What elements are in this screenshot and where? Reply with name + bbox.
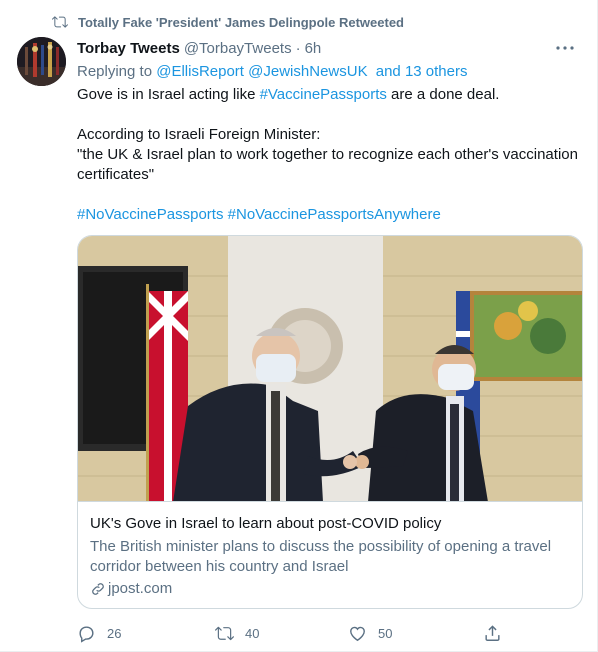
more-options-icon[interactable] [553,38,577,58]
link-card[interactable]: UK's Gove in Israel to learn about post-… [77,235,583,609]
link-icon [92,582,104,595]
text-segment: Gove is in Israel acting like [77,86,260,103]
like-button[interactable]: 50 [348,622,392,644]
card-domain[interactable]: jpost.com [90,580,172,597]
retweet-action-icon [215,626,234,640]
retweet-context[interactable]: Totally Fake 'President' James Delingpol… [52,13,404,31]
reply-mention-1[interactable]: @EllisReport [156,63,244,80]
tweet-line-1: Gove is in Israel acting like #VaccinePa… [77,85,582,105]
like-count: 50 [378,625,393,641]
reply-count: 26 [107,625,122,641]
reply-others[interactable]: and 13 others [376,63,468,80]
avatar[interactable] [17,37,66,86]
display-name[interactable]: Torbay Tweets [77,40,180,57]
tweet-line-3: "the UK & Israel plan to work together t… [77,146,578,183]
hashtag-novaccinepassportsanywhere[interactable]: #NoVaccinePassportsAnywhere [228,206,441,223]
reply-button[interactable]: 26 [77,622,121,644]
dot-separator: · [295,39,301,57]
text-segment: are a done deal. [386,86,500,103]
replying-prefix: Replying to [77,63,153,80]
retweet-icon [52,16,68,28]
card-image[interactable] [78,236,582,502]
retweet-count: 40 [245,625,260,641]
action-bar: 26 40 50 [77,622,507,644]
hashtag-line: #NoVaccinePassports #NoVaccinePassportsA… [77,205,582,225]
heart-icon [350,626,365,641]
hashtag-vaccinepassports[interactable]: #VaccinePassports [260,86,387,103]
tweet-line-2: According to Israeli Foreign Minister: [77,126,321,143]
tweet-container[interactable]: Totally Fake 'President' James Delingpol… [0,0,598,652]
timestamp[interactable]: 6h [305,40,322,57]
share-icon [485,624,500,641]
card-domain-text: jpost.com [108,580,173,597]
retweet-button[interactable]: 40 [215,622,259,644]
share-button[interactable] [483,622,502,644]
card-photo [78,236,582,501]
tweet-header: Torbay Tweets @TorbayTweets · 6h [77,38,577,58]
replying-to: Replying to @EllisReport @JewishNewsUK a… [77,63,468,80]
user-handle[interactable]: @TorbayTweets [184,40,292,57]
reply-mention-2[interactable]: @JewishNewsUK [248,63,367,80]
reply-icon [79,625,94,643]
avatar-image [17,37,66,86]
tweet-text: Gove is in Israel acting like #VaccinePa… [77,85,582,225]
retweet-label: Totally Fake 'President' James Delingpol… [78,14,404,30]
hashtag-novaccinepassports[interactable]: #NoVaccinePassports [77,206,223,223]
card-title[interactable]: UK's Gove in Israel to learn about post-… [90,515,441,532]
card-description[interactable]: The British minister plans to discuss th… [90,537,570,577]
